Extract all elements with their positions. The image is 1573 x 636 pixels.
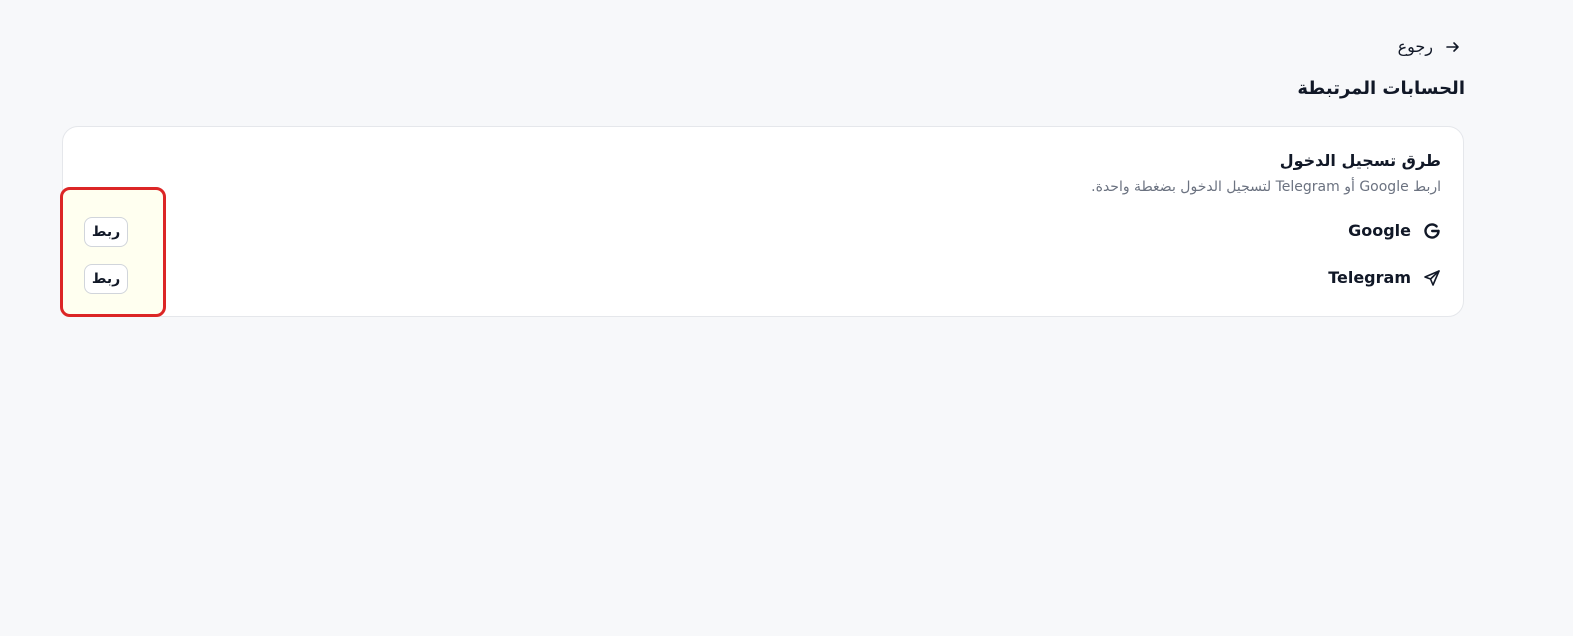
arrow-right-icon xyxy=(1446,41,1459,52)
provider-row-google: Google xyxy=(1348,221,1441,240)
provider-name-telegram: Telegram xyxy=(1328,268,1411,287)
back-link[interactable]: رجوع xyxy=(1398,37,1461,56)
link-google-button[interactable]: ربط xyxy=(84,217,128,247)
back-label: رجوع xyxy=(1397,37,1433,56)
linked-accounts-page: رجوع الحسابات المرتبطة طرق تسجيل الدخول … xyxy=(0,0,1573,636)
provider-row-telegram: Telegram xyxy=(1328,268,1441,287)
provider-name-google: Google xyxy=(1348,221,1411,240)
card-subtitle: اربط Google أو Telegram لتسجيل الدخول بض… xyxy=(1091,179,1441,195)
highlight-box xyxy=(60,187,166,317)
telegram-icon xyxy=(1424,269,1440,286)
link-telegram-button[interactable]: ربط xyxy=(84,264,128,294)
page-title: الحسابات المرتبطة xyxy=(1297,78,1465,99)
google-icon xyxy=(1424,222,1440,239)
login-methods-card: طرق تسجيل الدخول اربط Google أو Telegram… xyxy=(62,126,1464,317)
card-title: طرق تسجيل الدخول xyxy=(1279,151,1441,170)
